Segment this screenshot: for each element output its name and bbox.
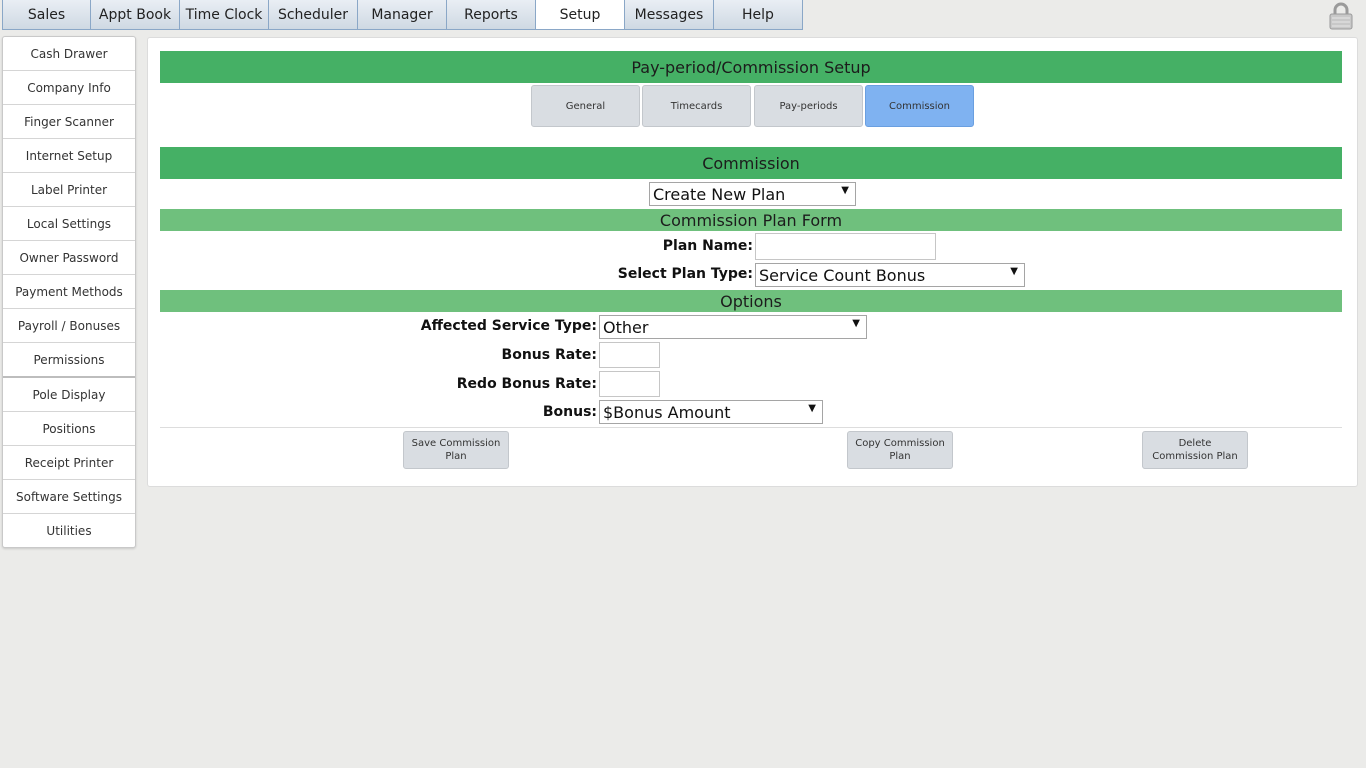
bonus-rate-input[interactable] <box>599 342 660 368</box>
tab-messages[interactable]: Messages <box>625 0 714 30</box>
plan-name-label: Plan Name: <box>662 238 753 254</box>
chevron-down-icon: ▼ <box>841 185 849 196</box>
affected-service-type-select[interactable]: Other ▼ <box>599 315 867 339</box>
page-title: Pay-period/Commission Setup <box>160 51 1342 83</box>
chevron-down-icon: ▼ <box>852 318 860 329</box>
copy-commission-plan-button[interactable]: Copy Commission Plan <box>847 431 953 469</box>
sidebar-item-pole-display[interactable]: Pole Display <box>3 378 135 412</box>
subtab-timecards[interactable]: Timecards <box>642 85 751 127</box>
bonus-value: $Bonus Amount <box>603 402 731 422</box>
tab-scheduler[interactable]: Scheduler <box>269 0 358 30</box>
sidebar-item-finger-scanner[interactable]: Finger Scanner <box>3 105 135 139</box>
tab-help[interactable]: Help <box>714 0 803 30</box>
plan-type-label: Select Plan Type: <box>617 266 753 282</box>
subtab-pay-periods[interactable]: Pay-periods <box>754 85 863 127</box>
subtab-general[interactable]: General <box>531 85 640 127</box>
tab-manager[interactable]: Manager <box>358 0 447 30</box>
save-commission-plan-button[interactable]: Save Commission Plan <box>403 431 509 469</box>
plan-type-value: Service Count Bonus <box>759 265 926 285</box>
redo-bonus-rate-label: Redo Bonus Rate: <box>456 376 597 392</box>
tab-appt-book[interactable]: Appt Book <box>91 0 180 30</box>
lock-icon[interactable] <box>1328 2 1354 30</box>
sidebar-item-internet-setup[interactable]: Internet Setup <box>3 139 135 173</box>
affected-service-type-value: Other <box>603 317 649 337</box>
form-title: Commission Plan Form <box>160 209 1342 231</box>
tab-sales[interactable]: Sales <box>2 0 91 30</box>
sidebar-item-cash-drawer[interactable]: Cash Drawer <box>3 37 135 71</box>
bonus-rate-label: Bonus Rate: <box>501 347 597 363</box>
plan-type-select[interactable]: Service Count Bonus ▼ <box>755 263 1025 287</box>
top-nav: Sales Appt Book Time Clock Scheduler Man… <box>2 0 803 31</box>
setup-sidebar: Cash Drawer Company Info Finger Scanner … <box>2 36 136 548</box>
plan-name-input[interactable] <box>755 233 936 260</box>
chevron-down-icon: ▼ <box>1010 266 1018 277</box>
sidebar-item-positions[interactable]: Positions <box>3 412 135 446</box>
main-panel: Pay-period/Commission Setup General Time… <box>147 37 1358 487</box>
tab-reports[interactable]: Reports <box>447 0 536 30</box>
tab-setup[interactable]: Setup <box>536 0 625 30</box>
redo-bonus-rate-input[interactable] <box>599 371 660 397</box>
sidebar-item-software-settings[interactable]: Software Settings <box>3 480 135 514</box>
sidebar-item-local-settings[interactable]: Local Settings <box>3 207 135 241</box>
sidebar-item-company-info[interactable]: Company Info <box>3 71 135 105</box>
sidebar-item-owner-password[interactable]: Owner Password <box>3 241 135 275</box>
options-title: Options <box>160 290 1342 312</box>
subtab-commission[interactable]: Commission <box>865 85 974 127</box>
bonus-select[interactable]: $Bonus Amount ▼ <box>599 400 823 424</box>
sidebar-item-receipt-printer[interactable]: Receipt Printer <box>3 446 135 480</box>
bonus-label: Bonus: <box>542 404 597 420</box>
tab-time-clock[interactable]: Time Clock <box>180 0 269 30</box>
chevron-down-icon: ▼ <box>808 403 816 414</box>
sidebar-item-payroll-bonuses[interactable]: Payroll / Bonuses <box>3 309 135 343</box>
sidebar-item-label-printer[interactable]: Label Printer <box>3 173 135 207</box>
affected-service-type-label: Affected Service Type: <box>420 318 597 334</box>
divider <box>160 427 1342 428</box>
delete-commission-plan-button[interactable]: Delete Commission Plan <box>1142 431 1248 469</box>
sidebar-item-payment-methods[interactable]: Payment Methods <box>3 275 135 309</box>
sidebar-item-permissions[interactable]: Permissions <box>3 343 135 378</box>
plan-select[interactable]: Create New Plan ▼ <box>649 182 856 206</box>
section-title-commission: Commission <box>160 147 1342 179</box>
sidebar-item-utilities[interactable]: Utilities <box>3 514 135 547</box>
plan-select-value: Create New Plan <box>653 184 786 204</box>
